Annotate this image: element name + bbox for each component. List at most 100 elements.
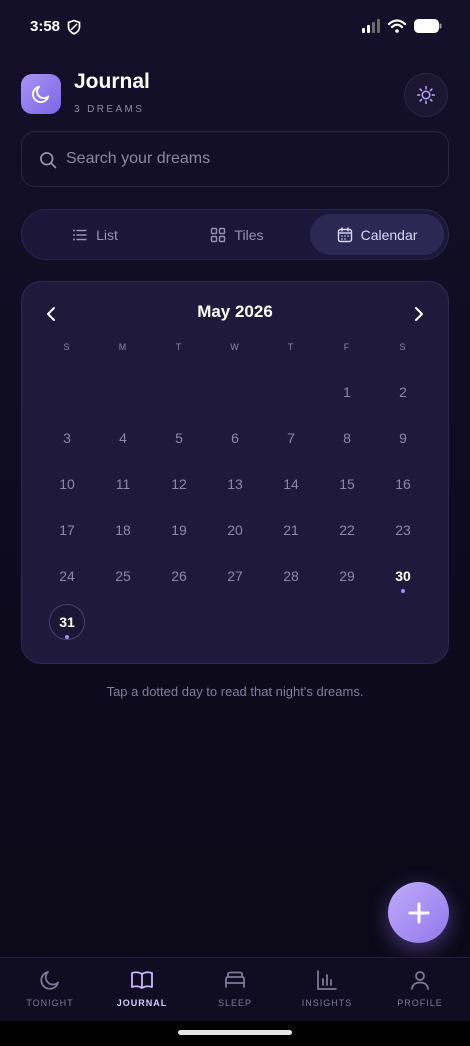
view-switcher: List Tiles Calendar (21, 209, 449, 260)
calendar-day-number: 1 (343, 384, 351, 400)
calendar-day-number: 12 (171, 476, 187, 492)
calendar-card: May 2026 SMTWTFS 1 2 3 4 5 6 7 8 9 10 11 12 13 14 15 16… (21, 281, 449, 664)
calendar-day[interactable]: 9 (375, 415, 431, 461)
calendar-day[interactable]: 27 (207, 553, 263, 599)
calendar-day[interactable]: 16 (375, 461, 431, 507)
calendar-day[interactable]: 22 (319, 507, 375, 553)
grid-icon (211, 227, 226, 242)
nav-insights-label: INSIGHTS (301, 998, 353, 1008)
calendar-day[interactable]: 18 (95, 507, 151, 553)
calendar-day[interactable]: 30 (375, 553, 431, 599)
nav-journal[interactable]: JOURNAL (95, 958, 189, 1022)
nav-tonight-label: TONIGHT (26, 998, 74, 1008)
tab-list-label: List (96, 226, 118, 243)
calendar-day-number: 9 (399, 430, 407, 446)
calendar-day[interactable]: 10 (39, 461, 95, 507)
calendar-day-number: 24 (59, 568, 75, 584)
calendar-day-number: 19 (171, 522, 187, 538)
weekday-label: M (118, 342, 128, 352)
nav-profile-label: PROFILE (397, 998, 443, 1008)
calendar-day-number: 3 (63, 430, 71, 446)
sun-icon (416, 85, 436, 105)
calendar-day[interactable]: 29 (319, 553, 375, 599)
calendar-day-number: 18 (115, 522, 131, 538)
dream-count: 3 DREAMS (74, 104, 145, 115)
weekday-label: W (230, 342, 240, 352)
moon-icon (40, 971, 59, 990)
calendar-blank (207, 369, 263, 415)
calendar-day[interactable]: 20 (207, 507, 263, 553)
calendar-day[interactable]: 2 (375, 369, 431, 415)
book-icon (131, 971, 153, 989)
calendar-day[interactable]: 4 (95, 415, 151, 461)
calendar-day-number: 5 (175, 430, 183, 446)
search-input[interactable] (66, 132, 436, 186)
signal-icon (362, 19, 380, 33)
calendar-day-number: 28 (283, 568, 299, 584)
calendar-day-number: 20 (227, 522, 243, 538)
calendar-month-title: May 2026 (197, 302, 273, 321)
battery-icon (414, 19, 442, 33)
calendar-day-number: 13 (227, 476, 243, 492)
nav-insights[interactable]: INSIGHTS (280, 958, 374, 1022)
bottom-nav: TONIGHT JOURNAL SLEEP INSIGHTS PROFILE (0, 957, 470, 1021)
calendar-day[interactable]: 7 (263, 415, 319, 461)
calendar-day[interactable]: 11 (95, 461, 151, 507)
calendar-day[interactable]: 31 (39, 599, 95, 645)
calendar-day-number: 26 (171, 568, 187, 584)
calendar-day[interactable]: 19 (151, 507, 207, 553)
weekday-label: T (175, 342, 183, 352)
tab-tiles[interactable]: Tiles (168, 214, 306, 255)
search-box (21, 131, 449, 187)
calendar-day-number: 17 (59, 522, 75, 538)
next-month-button[interactable] (409, 304, 429, 324)
calendar-day[interactable]: 25 (95, 553, 151, 599)
theme-toggle-button[interactable] (404, 73, 448, 117)
calendar-hint: Tap a dotted day to read that night's dr… (106, 684, 364, 699)
add-dream-button[interactable] (388, 882, 449, 943)
tab-calendar[interactable]: Calendar (310, 214, 444, 255)
home-indicator[interactable] (178, 1030, 292, 1035)
journal-screen: 3:58 Journal 3 DREAMS Search your dreams… (0, 0, 470, 1046)
nav-profile[interactable]: PROFILE (373, 958, 467, 1022)
calendar-day[interactable]: 24 (39, 553, 95, 599)
tab-list[interactable]: List (26, 214, 164, 255)
calendar-day-number: 31 (59, 614, 75, 630)
calendar-blank (39, 369, 95, 415)
calendar-day[interactable]: 28 (263, 553, 319, 599)
calendar-day-number: 2 (399, 384, 407, 400)
calendar-day[interactable]: 6 (207, 415, 263, 461)
moon-icon (32, 85, 50, 103)
calendar-blank (151, 369, 207, 415)
dream-dot (401, 589, 405, 593)
dream-dot (65, 635, 69, 639)
calendar-day[interactable]: 13 (207, 461, 263, 507)
calendar-day[interactable]: 1 (319, 369, 375, 415)
plus-icon (408, 902, 429, 923)
calendar-day[interactable]: 21 (263, 507, 319, 553)
nav-journal-label: JOURNAL (116, 998, 168, 1008)
calendar-day[interactable]: 12 (151, 461, 207, 507)
weekday-header: SMTWTFS (39, 342, 431, 352)
calendar-day-number: 4 (119, 430, 127, 446)
calendar-day[interactable]: 5 (151, 415, 207, 461)
chevron-right-icon (415, 307, 423, 321)
calendar-day-number: 11 (115, 476, 131, 492)
calendar-day[interactable]: 8 (319, 415, 375, 461)
calendar-day[interactable]: 23 (375, 507, 431, 553)
calendar-day[interactable]: 15 (319, 461, 375, 507)
calendar-day[interactable]: 14 (263, 461, 319, 507)
calendar-day-number: 22 (339, 522, 355, 538)
calendar-day-number: 21 (283, 522, 299, 538)
app-logo (21, 74, 61, 114)
weekday-label: S (399, 342, 407, 352)
status-indicators (362, 19, 442, 33)
nav-tonight[interactable]: TONIGHT (3, 958, 97, 1022)
calendar-day-number: 8 (343, 430, 351, 446)
tab-tiles-label: Tiles (234, 226, 264, 243)
calendar-day[interactable]: 3 (39, 415, 95, 461)
nav-sleep[interactable]: SLEEP (188, 958, 282, 1022)
status-bar: 3:58 (0, 0, 470, 54)
calendar-day[interactable]: 17 (39, 507, 95, 553)
calendar-day[interactable]: 26 (151, 553, 207, 599)
